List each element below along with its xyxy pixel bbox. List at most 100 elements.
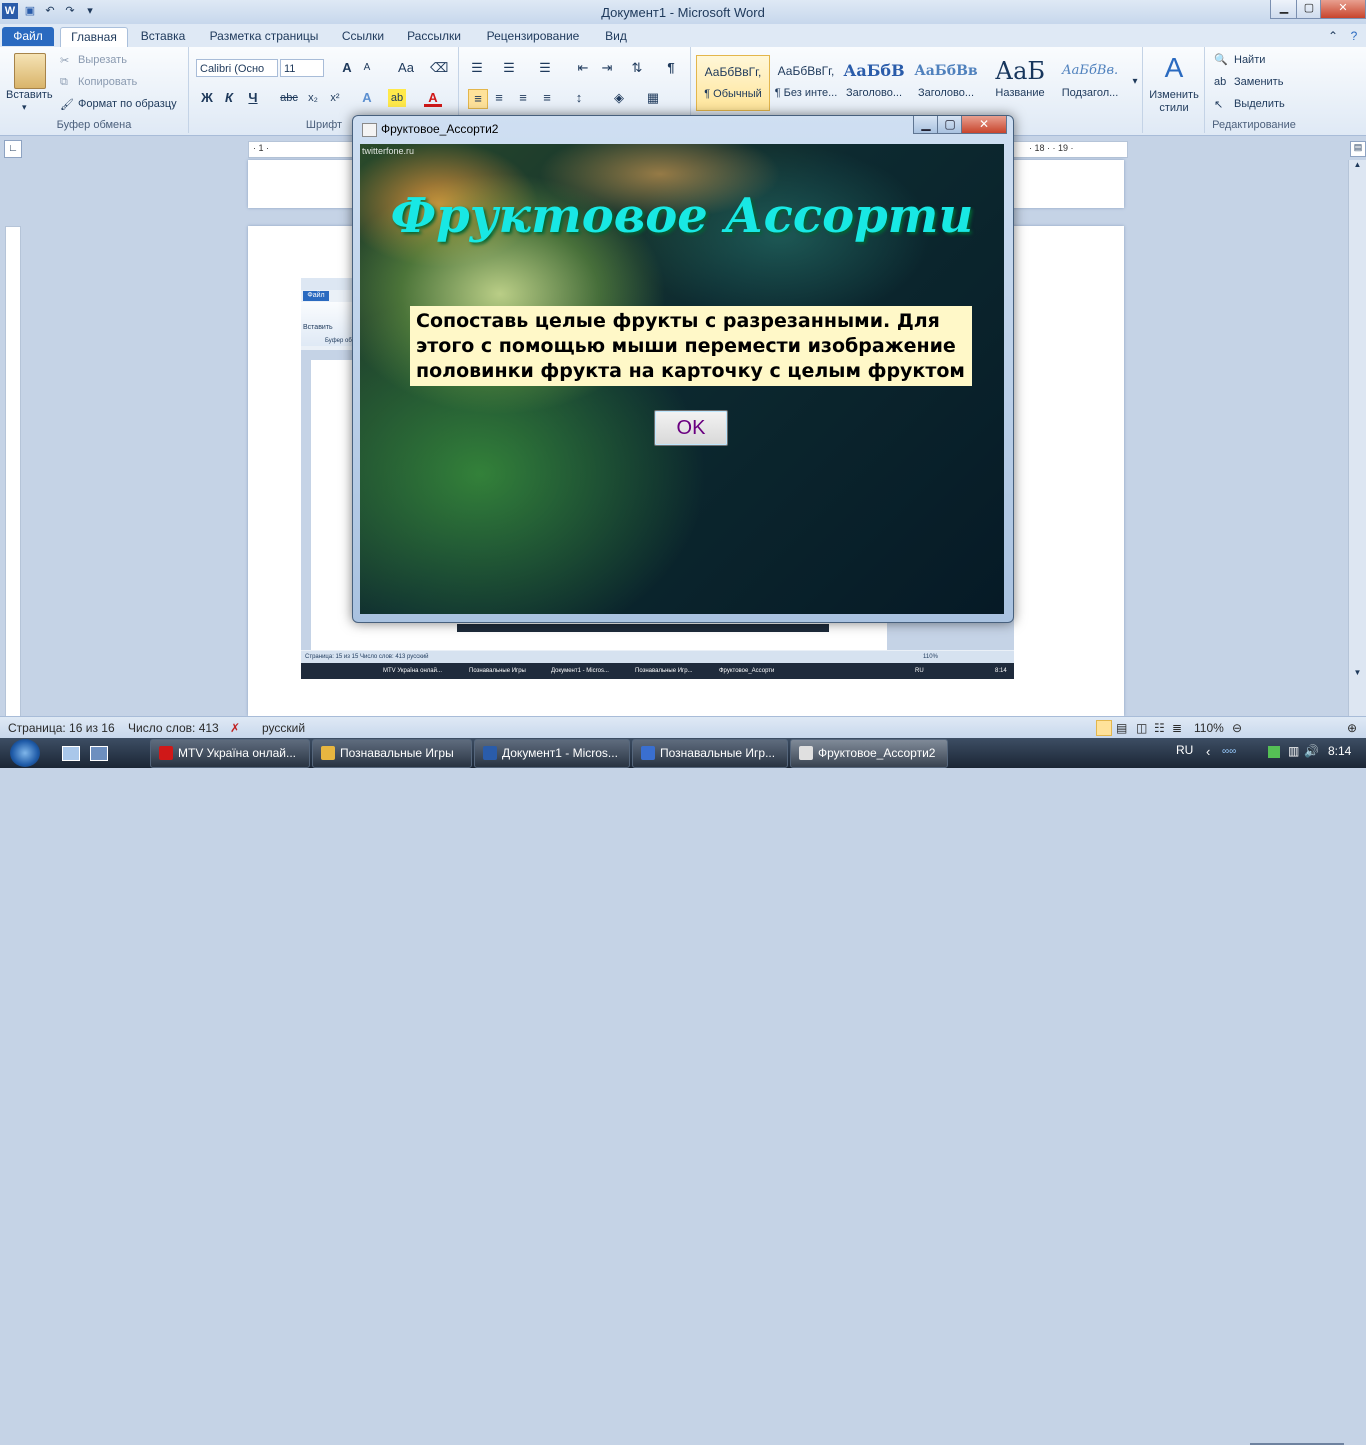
tab-references[interactable]: Ссылки (334, 27, 392, 46)
page-count[interactable]: Страница: 16 из 16 (8, 721, 115, 735)
instruction-text: Сопоставь целые фрукты с разрезанными. Д… (410, 306, 972, 386)
increase-indent-icon[interactable]: ⇥ (598, 59, 616, 77)
change-styles-button[interactable]: Изменить стили (1146, 89, 1202, 115)
clock[interactable]: 8:14 (1328, 744, 1351, 758)
bullets-icon[interactable]: ☰ (468, 59, 486, 77)
sort-icon[interactable]: ⇅ (628, 59, 646, 77)
tab-selector[interactable]: ∟ (4, 140, 22, 158)
nested-paste-label: Вставить (303, 324, 333, 331)
tab-insert[interactable]: Вставка (134, 27, 192, 46)
strikethrough-button[interactable]: abc (278, 89, 300, 107)
vertical-scrollbar[interactable]: ▲ ▼ (1348, 160, 1366, 716)
clear-formatting-icon[interactable]: ⌫ (430, 59, 448, 77)
maximize-button[interactable]: ▢ (1296, 0, 1322, 19)
outline-view-icon[interactable]: ☷ (1154, 721, 1165, 735)
language-bar[interactable]: RU (1176, 743, 1193, 757)
tray-expand-icon[interactable]: ‹ (1206, 744, 1210, 759)
dialog-minimize-button[interactable]: ▁ (913, 116, 939, 134)
dialog-close-button[interactable]: ✕ (961, 116, 1007, 134)
decrease-indent-icon[interactable]: ⇤ (574, 59, 592, 77)
grow-font-button[interactable]: A (338, 59, 356, 77)
switch-windows-icon[interactable] (90, 746, 108, 761)
numbering-icon[interactable]: ☰ (500, 59, 518, 77)
tab-home[interactable]: Главная (60, 27, 128, 47)
zoom-out-icon[interactable]: ⊖ (1232, 721, 1242, 735)
minimize-button[interactable]: ▁ (1270, 0, 1298, 19)
tab-review[interactable]: Рецензирование (480, 27, 586, 46)
style-subtitle[interactable]: АаБбВв. Подзагол... (1054, 55, 1126, 109)
change-styles-icon[interactable]: A (1162, 53, 1186, 83)
change-case-button[interactable]: Aa (394, 59, 418, 77)
vertical-ruler[interactable] (5, 226, 21, 718)
align-center-icon[interactable]: ≡ (490, 89, 508, 107)
tab-page-layout[interactable]: Разметка страницы (204, 27, 324, 46)
zoom-level[interactable]: 110% (1194, 721, 1224, 735)
style-heading2[interactable]: АаБбВв Заголово... (910, 55, 982, 109)
scroll-down-icon[interactable]: ▼ (1351, 668, 1364, 682)
view-ruler-icon[interactable]: ▤ (1350, 141, 1366, 157)
tab-file[interactable]: Файл (2, 27, 54, 46)
tab-view[interactable]: Вид (598, 27, 634, 46)
font-color-icon[interactable]: A (424, 89, 442, 107)
style-title[interactable]: АаБ Название (984, 55, 1056, 109)
help-icon[interactable]: ? (1346, 27, 1362, 46)
paste-button[interactable]: Вставить (6, 89, 53, 101)
font-size-combobox[interactable]: 11 (280, 59, 324, 77)
shading-icon[interactable]: ◈ (610, 89, 628, 107)
language-indicator[interactable]: русский (262, 721, 305, 735)
text-effects-icon[interactable]: A (358, 89, 376, 107)
close-button[interactable]: ✕ (1320, 0, 1366, 19)
multilevel-list-icon[interactable]: ☰ (536, 59, 554, 77)
find-button[interactable]: Найти (1234, 54, 1265, 66)
align-left-icon[interactable]: ≡ (468, 89, 488, 109)
network-icon[interactable]: ▥ (1288, 744, 1299, 758)
select-button[interactable]: Выделить (1234, 98, 1285, 110)
scroll-up-icon[interactable]: ▲ (1351, 160, 1364, 174)
network-activity-icon[interactable]: ∞∞ (1222, 746, 1256, 757)
underline-button[interactable]: Ч (244, 89, 262, 107)
style-heading1[interactable]: АаБбВ Заголово... (838, 55, 910, 109)
show-desktop-icon[interactable] (62, 746, 80, 761)
find-icon: 🔍 (1214, 54, 1228, 66)
dialog-maximize-button[interactable]: ▢ (937, 116, 963, 134)
justify-icon[interactable]: ≡ (538, 89, 556, 107)
full-screen-view-icon[interactable]: ▤ (1116, 721, 1127, 735)
copy-button[interactable]: Копировать (78, 76, 137, 88)
replace-button[interactable]: Заменить (1234, 76, 1283, 88)
superscript-icon[interactable]: x² (326, 89, 344, 107)
shrink-font-button[interactable]: A (358, 59, 376, 77)
print-layout-view-icon[interactable] (1096, 720, 1112, 736)
start-button[interactable] (10, 739, 40, 767)
style-no-spacing[interactable]: АаБбВвГг, ¶ Без инте... (770, 55, 842, 109)
taskbar-item-fruit-game[interactable]: Фруктовое_Ассорти2 (790, 739, 948, 768)
ok-button[interactable]: OK (654, 410, 728, 446)
paste-dropdown-icon[interactable]: ▾ (22, 102, 27, 113)
align-right-icon[interactable]: ≡ (514, 89, 532, 107)
ribbon-tabs: Файл Главная Вставка Разметка страницы С… (0, 24, 1366, 47)
zoom-in-icon[interactable]: ⊕ (1347, 721, 1357, 735)
highlight-icon[interactable]: ab (388, 89, 406, 107)
paste-icon[interactable] (14, 53, 46, 89)
font-name-combobox[interactable]: Calibri (Осно (196, 59, 278, 77)
taskbar-item-folder[interactable]: Познавальные Игры (312, 739, 472, 768)
proofing-icon[interactable]: ✗ (230, 721, 240, 735)
subscript-icon[interactable]: x₂ (304, 89, 322, 107)
show-marks-icon[interactable]: ¶ (662, 59, 680, 77)
taskbar-item-ie[interactable]: Познавальные Игр... (632, 739, 788, 768)
taskbar-item-word[interactable]: Документ1 - Micros... (474, 739, 630, 768)
format-painter-button[interactable]: Формат по образцу (78, 98, 177, 110)
web-view-icon[interactable]: ◫ (1136, 721, 1147, 735)
draft-view-icon[interactable]: ≣ (1172, 721, 1182, 735)
taskbar-item-opera[interactable]: MTV Україна онлай... (150, 739, 310, 768)
collapse-ribbon-icon[interactable]: ⌃ (1326, 27, 1340, 46)
word-count[interactable]: Число слов: 413 (128, 721, 219, 735)
style-normal[interactable]: АаБбВвГг, ¶ Обычный (696, 55, 770, 111)
volume-icon[interactable]: 🔊 (1304, 744, 1319, 758)
line-spacing-icon[interactable]: ↕ (570, 89, 588, 107)
cut-button[interactable]: Вырезать (78, 54, 127, 66)
tray-app-icon[interactable] (1268, 746, 1280, 758)
borders-icon[interactable]: ▦ (644, 89, 662, 107)
bold-button[interactable]: Ж (198, 89, 216, 107)
italic-button[interactable]: К (220, 89, 238, 107)
tab-mailings[interactable]: Рассылки (400, 27, 468, 46)
